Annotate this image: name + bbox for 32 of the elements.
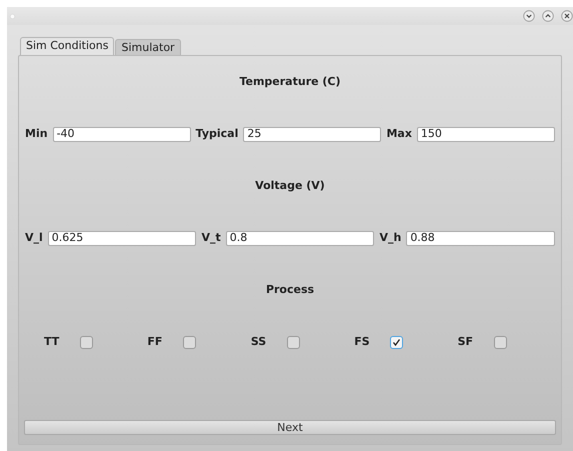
field-label: V_l xyxy=(25,230,43,246)
input-field[interactable]: 0.625 xyxy=(48,230,196,246)
input-field[interactable]: 0.8 xyxy=(226,230,374,246)
checkbox[interactable] xyxy=(80,336,93,348)
minimize-button[interactable] xyxy=(523,10,535,22)
checkbox-label: TT xyxy=(44,334,58,350)
section-heading: Process xyxy=(266,282,314,298)
checkbox[interactable] xyxy=(286,336,300,348)
window-icon xyxy=(10,14,15,18)
field-label: V_t xyxy=(201,230,221,246)
checkbox[interactable] xyxy=(183,336,196,348)
input-field[interactable]: 25 xyxy=(243,126,382,142)
field-label: V_h xyxy=(379,230,402,246)
maximize-button[interactable] xyxy=(542,10,554,22)
section-heading: Voltage (V) xyxy=(255,178,325,194)
field-label: Max xyxy=(386,126,412,142)
tab[interactable]: Simulator xyxy=(115,39,181,55)
checkbox-label: SF xyxy=(458,334,472,350)
checkbox-label: FF xyxy=(147,334,162,350)
tab[interactable]: Sim Conditions xyxy=(20,37,114,55)
input-field[interactable]: 0.88 xyxy=(406,230,555,246)
section-heading: Temperature (C) xyxy=(239,74,341,90)
checkbox-label: FS xyxy=(354,334,368,350)
close-button[interactable] xyxy=(561,10,573,22)
next-button[interactable]: Next xyxy=(24,420,556,435)
field-label: Typical xyxy=(196,126,238,142)
checkbox[interactable] xyxy=(494,336,507,348)
checkbox-label: SS xyxy=(250,334,265,350)
input-field[interactable]: 150 xyxy=(416,126,555,142)
input-field[interactable]: -40 xyxy=(52,126,191,142)
field-label: Min xyxy=(25,126,48,142)
checkbox[interactable] xyxy=(390,336,404,348)
